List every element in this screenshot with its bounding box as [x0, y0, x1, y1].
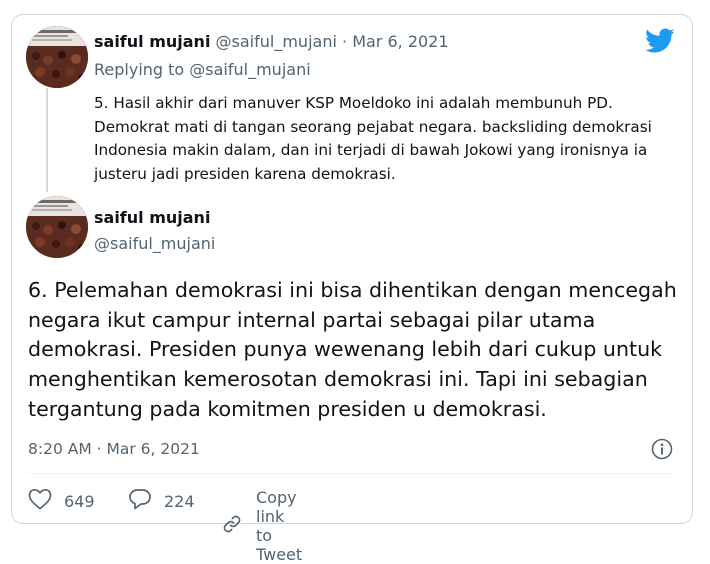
link-icon: [220, 513, 244, 539]
main-tweet-text: 6. Pelemahan demokrasi ini bisa dihentik…: [28, 278, 677, 421]
reply-tweet-header: saiful mujani @saiful_mujani · Mar 6, 20…: [94, 32, 449, 51]
tweet-timestamp[interactable]: 8:20 AM · Mar 6, 2021: [28, 440, 200, 458]
separator-dot: ·: [342, 32, 348, 51]
divider: [28, 473, 673, 474]
copy-link-button[interactable]: Copy link to Tweet: [220, 488, 302, 564]
author-handle[interactable]: @saiful_mujani: [216, 32, 337, 51]
author-handle[interactable]: @saiful_mujani: [94, 234, 215, 253]
info-icon[interactable]: [651, 438, 673, 464]
tweet-date[interactable]: Mar 6, 2021: [352, 32, 448, 51]
copy-link-label: Copy link to Tweet: [256, 488, 303, 564]
author-name[interactable]: saiful mujani: [94, 208, 210, 227]
avatar[interactable]: [26, 26, 88, 88]
reply-button[interactable]: 224: [128, 488, 195, 514]
like-count: 649: [64, 491, 95, 511]
reply-tweet-text: 5. Hasil akhir dari manuver KSP Moeldoko…: [94, 94, 652, 183]
author-name[interactable]: saiful mujani: [94, 32, 210, 51]
like-button[interactable]: 649: [28, 488, 95, 514]
avatar[interactable]: [26, 196, 88, 258]
thread-connector: [46, 88, 48, 192]
twitter-bird-icon[interactable]: [645, 28, 675, 58]
reply-count: 224: [164, 491, 195, 511]
reply-bubble-icon: [128, 488, 152, 514]
heart-icon: [28, 488, 52, 514]
replying-to[interactable]: Replying to @saiful_mujani: [94, 60, 311, 79]
